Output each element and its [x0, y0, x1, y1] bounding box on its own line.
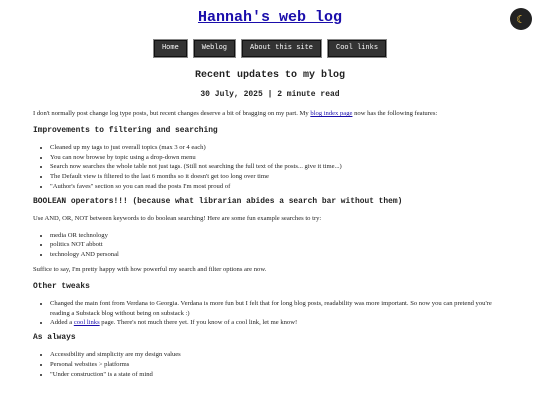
boolean-examples-list: media OR technology politics NOT abbott … [33, 231, 513, 260]
theme-toggle-button[interactable]: ☾ [510, 8, 532, 30]
cool-links-link[interactable]: cool links [74, 319, 100, 326]
moon-icon: ☾ [516, 13, 526, 26]
post-body: I don't normally post change log type po… [33, 109, 513, 385]
blog-index-link[interactable]: blog index page [310, 110, 352, 117]
list-item: "Author's faves" section so you can read… [50, 182, 513, 192]
list-item: You can now browse by topic using a drop… [50, 153, 513, 163]
section-heading-tweaks: Other tweaks [33, 281, 90, 291]
main-nav: Home Weblog About this site Cool links [0, 40, 540, 57]
tweaks-list: Changed the main font from Verdana to Ge… [33, 299, 513, 328]
nav-about-button[interactable]: About this site [242, 40, 322, 57]
always-list: Accessibility and simplicity are my desi… [33, 350, 513, 379]
list-item: media OR technology [50, 231, 513, 241]
filtering-list: Cleaned up my tags to just overall topic… [33, 143, 513, 192]
nav-home-button[interactable]: Home [153, 40, 187, 57]
boolean-paragraph: Use AND, OR, NOT between keywords to do … [33, 214, 322, 222]
tweak-text: Added a [50, 319, 74, 327]
tweak-text-end: page. There's not much there yet. If you… [99, 319, 298, 327]
intro-paragraph: I don't normally post change log type po… [33, 109, 513, 119]
list-item: politics NOT abbott [50, 240, 513, 250]
nav-weblog-button[interactable]: Weblog [193, 40, 235, 57]
list-item: Cleaned up my tags to just overall topic… [50, 143, 513, 153]
post-title: Recent updates to my blog [194, 70, 346, 81]
post-meta: 30 July, 2025 | 2 minute read [200, 90, 340, 99]
boolean-outro: Suffice to say, I'm pretty happy with ho… [33, 265, 267, 273]
list-item: Changed the main font from Verdana to Ge… [50, 299, 513, 319]
intro-text: I don't normally post change log type po… [33, 110, 311, 117]
intro-text-end: now has the following features: [352, 110, 438, 117]
list-item: The Default view is filtered to the last… [50, 172, 513, 182]
list-item: "Under construction" is a state of mind [50, 370, 513, 380]
section-heading-always: As always [33, 333, 76, 343]
list-item: Personal websites > platforms [50, 360, 513, 370]
section-heading-boolean: BOOLEAN operators!!! (because what libra… [33, 196, 403, 206]
list-item: technology AND personal [50, 250, 513, 260]
list-item: Search now searches the whole table not … [50, 162, 513, 172]
section-heading-filtering: Improvements to filtering and searching [33, 125, 218, 135]
site-title-link[interactable]: Hannah's web log [0, 9, 540, 26]
list-item: Accessibility and simplicity are my desi… [50, 350, 513, 360]
list-item: Added a cool links page. There's not muc… [50, 318, 513, 328]
nav-cool-links-button[interactable]: Cool links [328, 40, 387, 57]
